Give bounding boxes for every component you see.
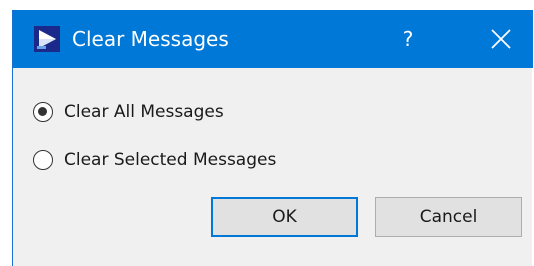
help-button[interactable]: ? — [383, 10, 433, 68]
cancel-button[interactable]: Cancel — [375, 197, 522, 237]
option-clear-all[interactable]: Clear All Messages — [33, 98, 224, 126]
radio-clear-all[interactable] — [33, 102, 53, 122]
title-bar[interactable]: Clear Messages ? — [13, 10, 533, 68]
radio-clear-selected[interactable] — [33, 150, 53, 170]
close-icon — [491, 29, 511, 49]
clear-messages-dialog: Clear Messages ? Clear All Messages Clea… — [12, 10, 533, 266]
dialog-title: Clear Messages — [72, 27, 229, 51]
option-clear-selected[interactable]: Clear Selected Messages — [33, 146, 276, 174]
app-logo-icon — [34, 26, 60, 52]
ok-button[interactable]: OK — [211, 197, 358, 237]
option-label-clear-selected: Clear Selected Messages — [64, 150, 277, 170]
option-label-clear-all: Clear All Messages — [64, 102, 224, 122]
close-button[interactable] — [473, 10, 529, 68]
radio-selected-dot — [38, 107, 47, 116]
